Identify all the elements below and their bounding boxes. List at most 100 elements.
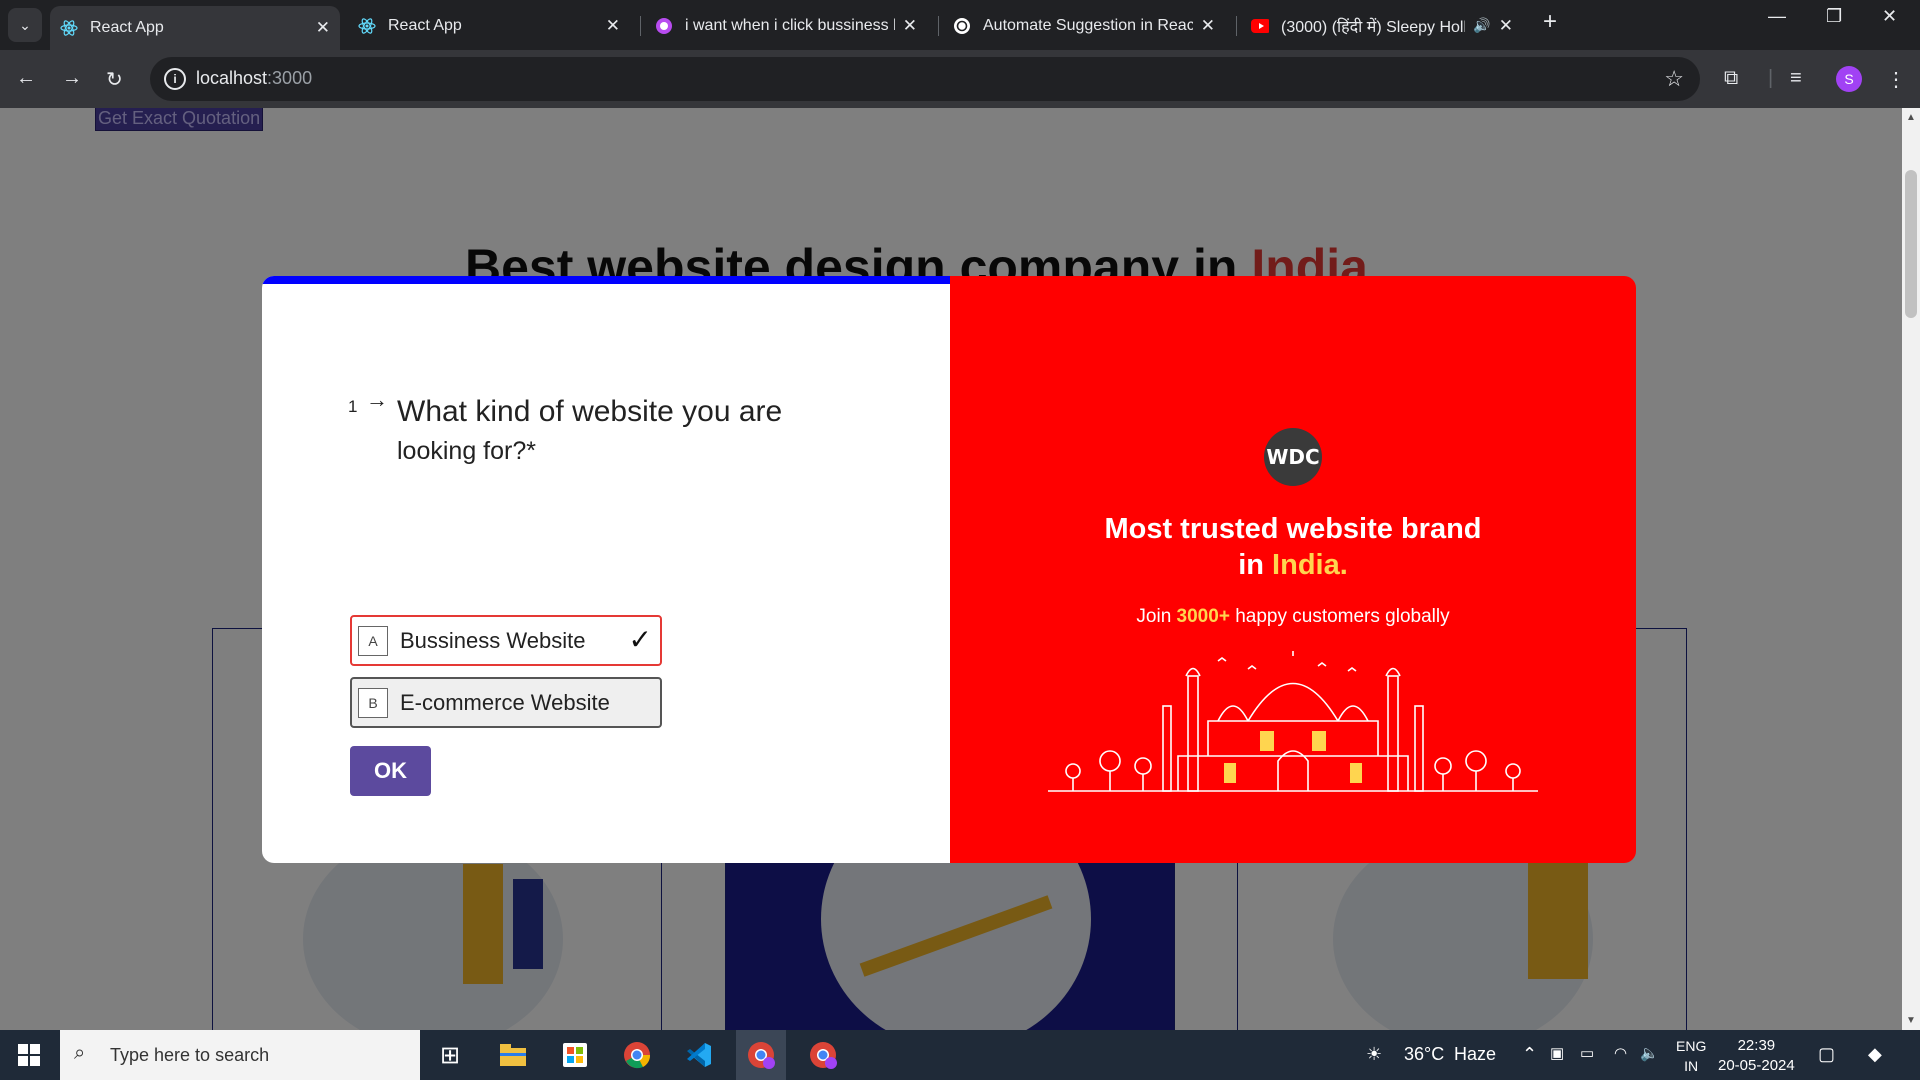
page-viewport: Get Exact Quotation Best website design …	[0, 108, 1902, 1030]
headline-line-1: Most trusted website brand	[1104, 513, 1482, 545]
minimize-icon[interactable]: —	[1768, 6, 1786, 27]
weather-desc[interactable]: Haze	[1454, 1044, 1496, 1065]
close-icon[interactable]: ✕	[606, 16, 620, 36]
url-host: localhost	[196, 68, 268, 88]
close-icon[interactable]: ✕	[1499, 16, 1513, 36]
tab-title: React App	[90, 19, 164, 36]
new-tab-plus-icon[interactable]: +	[1543, 8, 1557, 36]
extensions-icon[interactable]: ⧉	[1724, 67, 1738, 90]
chrome-profile-icon-2[interactable]	[798, 1030, 848, 1080]
question-line-2: looking for?*	[397, 437, 536, 465]
tab-strip: ⌄ React App ✕ React App ✕ i want when i …	[0, 0, 1920, 50]
tab-separator	[1236, 16, 1237, 36]
checkmark-icon: ✓	[628, 624, 652, 655]
ai-chat-icon	[655, 17, 673, 35]
task-view-icon[interactable]: ⊞	[425, 1030, 475, 1080]
notification-icon[interactable]: ▢	[1818, 1044, 1835, 1065]
youtube-icon	[1251, 17, 1269, 35]
progress-bar	[262, 276, 950, 284]
question-panel: 1 → What kind of website you are looking…	[262, 276, 950, 863]
meet-icon[interactable]: ▣	[1550, 1044, 1564, 1062]
option-label: E-commerce Website	[400, 689, 610, 715]
wifi-icon[interactable]: ◠	[1614, 1044, 1627, 1062]
option-ecommerce-website[interactable]: B E-commerce Website	[350, 677, 662, 728]
react-icon	[358, 17, 376, 35]
tab-separator	[938, 16, 939, 36]
windows-start-icon[interactable]	[18, 1044, 40, 1066]
copilot-icon[interactable]: ◆	[1868, 1044, 1882, 1065]
battery-icon[interactable]: ▭	[1580, 1044, 1594, 1062]
tab-react-app-active[interactable]: React App ✕	[50, 6, 340, 50]
speaker-icon[interactable]: 🔊	[1473, 17, 1490, 34]
search-icon: ⌕	[74, 1042, 86, 1064]
chrome-profile-icon[interactable]	[736, 1030, 786, 1080]
clock-date: 20-05-2024	[1718, 1057, 1795, 1074]
site-info-icon[interactable]: i	[164, 68, 186, 90]
tab-ai-chat[interactable]: i want when i click bussiness bu ✕	[645, 7, 927, 44]
menu-dots-icon[interactable]: ⋮	[1886, 67, 1906, 92]
language-indicator[interactable]: ENG IN	[1676, 1036, 1706, 1076]
question-text: What kind of website you are looking for…	[397, 394, 797, 472]
react-icon	[60, 19, 78, 37]
search-placeholder: Type here to search	[110, 1045, 270, 1065]
tab-title: React App	[388, 16, 462, 34]
tab-react-app[interactable]: React App ✕	[348, 7, 630, 44]
scroll-down-icon[interactable]: ▼	[1906, 1015, 1916, 1026]
forward-arrow-icon[interactable]: →	[62, 67, 82, 90]
clock-time: 22:39	[1737, 1037, 1776, 1054]
address-bar[interactable]: i localhost:3000 ☆	[150, 57, 1700, 101]
subtitle-text: Join	[1136, 606, 1177, 627]
taj-mahal-illustration	[1048, 651, 1538, 792]
file-explorer-icon[interactable]	[488, 1030, 538, 1080]
tab-title: i want when i click bussiness bu	[685, 16, 895, 34]
browser-toolbar: ← → ↻ i localhost:3000 ☆ ⧉ | ≡ S ⋮	[0, 50, 1920, 108]
reload-icon[interactable]: ↻	[106, 67, 123, 92]
headline-accent: India.	[1272, 549, 1348, 581]
ok-button[interactable]: OK	[350, 746, 431, 796]
volume-icon[interactable]: 🔈	[1640, 1044, 1659, 1062]
subtitle-accent: 3000+	[1176, 606, 1230, 627]
close-icon[interactable]: ✕	[1201, 16, 1215, 36]
quotation-modal: 1 → What kind of website you are looking…	[262, 276, 1636, 863]
tab-separator	[640, 16, 641, 36]
question-line-1: What kind of website you are	[397, 395, 783, 428]
tab-search-button[interactable]: ⌄	[8, 8, 42, 42]
weather-temp[interactable]: 36°C	[1404, 1044, 1444, 1065]
scroll-up-icon[interactable]: ▲	[1906, 112, 1916, 123]
wdc-logo: WDC	[1264, 428, 1322, 486]
media-control-icon[interactable]: ≡	[1790, 67, 1802, 90]
close-window-icon[interactable]: ✕	[1882, 6, 1897, 27]
taskbar-clock[interactable]: 22:39 20-05-2024	[1718, 1036, 1795, 1076]
restore-icon[interactable]: ❐	[1826, 6, 1842, 27]
arrow-right-icon: →	[366, 387, 388, 412]
option-label: Bussiness Website	[400, 627, 586, 653]
vscode-icon[interactable]	[674, 1030, 724, 1080]
subtitle-text-end: happy customers globally	[1229, 606, 1450, 627]
tab-title: Automate Suggestion in React	[983, 16, 1193, 34]
chevron-down-icon: ⌄	[19, 16, 31, 33]
option-key: B	[358, 687, 388, 718]
weather-icon[interactable]: ☀	[1366, 1044, 1382, 1065]
bookmark-star-icon[interactable]: ☆	[1664, 66, 1684, 92]
brand-subtitle: Join 3000+ happy customers globally	[950, 606, 1636, 628]
option-business-website[interactable]: A Bussiness Website ✓	[350, 615, 662, 666]
tab-title: (3000) (हिंदी में) Sleepy Hollo	[1281, 18, 1466, 36]
page-scrollbar[interactable]: ▲ ▼	[1902, 108, 1920, 1030]
close-icon[interactable]: ✕	[316, 18, 330, 38]
close-icon[interactable]: ✕	[903, 16, 917, 36]
tab-youtube[interactable]: (3000) (हिंदी में) Sleepy Hollo 🔊 ✕	[1241, 7, 1523, 44]
chrome-icon[interactable]	[612, 1030, 662, 1080]
lang-line-2: IN	[1684, 1058, 1699, 1074]
option-key: A	[358, 625, 388, 656]
back-arrow-icon[interactable]: ←	[16, 67, 36, 90]
store-icon[interactable]	[550, 1030, 600, 1080]
url-text[interactable]: localhost:3000	[196, 68, 312, 89]
windows-taskbar: ⌕ Type here to search ⊞ ☀ 36°C Haze ⌃ ▣ …	[0, 1030, 1920, 1080]
tab-openai[interactable]: Automate Suggestion in React ✕	[943, 7, 1225, 44]
chevron-up-icon[interactable]: ⌃	[1522, 1044, 1537, 1065]
lang-line-1: ENG	[1676, 1038, 1707, 1054]
profile-avatar[interactable]: S	[1836, 66, 1862, 92]
question-number: 1	[348, 397, 358, 416]
taskbar-search[interactable]: ⌕ Type here to search	[60, 1030, 420, 1080]
scrollbar-thumb[interactable]	[1905, 170, 1917, 318]
